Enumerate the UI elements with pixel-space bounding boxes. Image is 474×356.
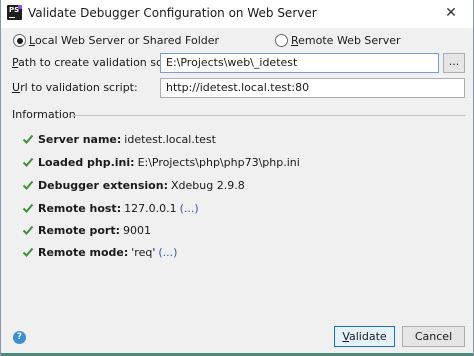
- path-label: Path to create validation script:: [12, 56, 185, 69]
- remote-server-radio[interactable]: [275, 34, 288, 47]
- info-remote-mode: Remote mode: 'req' (...): [22, 244, 177, 260]
- title-bar: PS Validate Debugger Configuration on We…: [1, 0, 473, 28]
- check-icon: [22, 203, 34, 213]
- browse-button[interactable]: ...: [443, 53, 465, 73]
- section-divider: [72, 115, 466, 116]
- window-title: Validate Debugger Configuration on Web S…: [28, 6, 317, 20]
- path-input[interactable]: E:\Projects\web\_idetest: [160, 53, 439, 73]
- information-section-title: Information: [12, 108, 76, 121]
- info-loaded-php-ini: Loaded php.ini: E:\Projects\php\php73\ph…: [22, 154, 300, 170]
- local-server-radio[interactable]: [13, 34, 26, 47]
- remote-host-details-link[interactable]: (...): [180, 202, 199, 215]
- info-debugger-extension: Debugger extension: Xdebug 2.9.8: [22, 177, 245, 193]
- local-server-radio-label[interactable]: Local Web Server or Shared Folder: [29, 34, 219, 47]
- url-input[interactable]: http://idetest.local.test:80: [160, 78, 465, 98]
- validate-button[interactable]: Validate: [334, 326, 395, 347]
- validate-debugger-dialog: PS Validate Debugger Configuration on We…: [0, 0, 474, 356]
- check-icon: [22, 180, 34, 190]
- close-icon[interactable]: ✕: [443, 5, 459, 21]
- cancel-button[interactable]: Cancel: [402, 326, 465, 347]
- remote-server-radio-label[interactable]: Remote Web Server: [291, 34, 401, 47]
- phpstorm-app-icon: PS: [7, 5, 22, 20]
- check-icon: [22, 247, 34, 257]
- info-server-name: Server name: idetest.local.test: [22, 131, 216, 147]
- info-remote-port: Remote port: 9001: [22, 222, 151, 238]
- url-label: Url to validation script:: [12, 81, 138, 94]
- remote-mode-details-link[interactable]: (...): [158, 246, 177, 259]
- server-mode-group: Local Web Server or Shared Folder Remote…: [1, 33, 473, 49]
- info-remote-host: Remote host: 127.0.0.1 (...): [22, 200, 199, 216]
- check-icon: [22, 157, 34, 167]
- help-icon[interactable]: ?: [13, 331, 26, 344]
- check-icon: [22, 134, 34, 144]
- check-icon: [22, 225, 34, 235]
